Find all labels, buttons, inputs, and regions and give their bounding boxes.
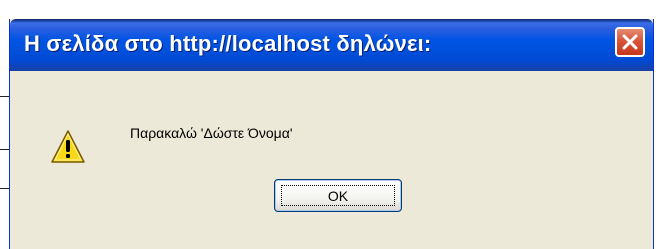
ok-button[interactable]: OK	[274, 179, 402, 212]
alert-message: Παρακαλώ 'Δώστε Όνομα'	[130, 125, 293, 141]
title-bar[interactable]: Η σελίδα στο http://localhost δηλώνει:	[10, 19, 653, 71]
ok-button-label: OK	[327, 187, 349, 204]
background-edge-mark	[0, 149, 9, 150]
dialog-title: Η σελίδα στο http://localhost δηλώνει:	[24, 31, 432, 56]
close-icon	[622, 34, 638, 50]
close-button[interactable]	[615, 27, 645, 57]
background-edge-mark	[0, 188, 9, 189]
background-edge-mark	[0, 96, 9, 97]
warning-icon	[51, 130, 85, 163]
alert-dialog: Η σελίδα στο http://localhost δηλώνει: Π…	[9, 19, 654, 249]
